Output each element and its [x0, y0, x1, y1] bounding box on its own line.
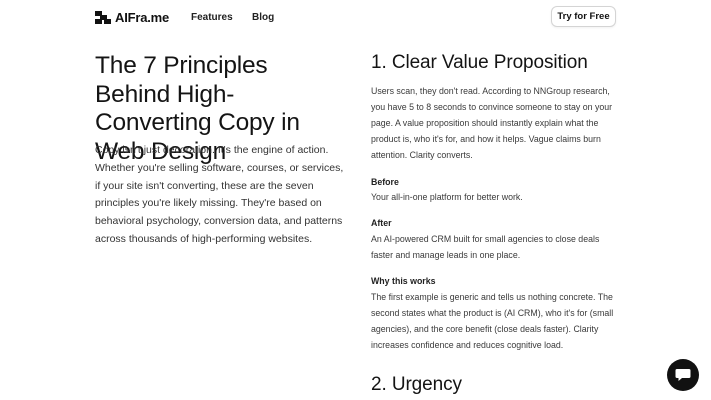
logo-icon	[95, 11, 111, 24]
why-this-works-label: Why this works	[371, 276, 436, 286]
try-for-free-button[interactable]: Try for Free	[551, 6, 616, 27]
nav-blog-link[interactable]: Blog	[252, 12, 274, 23]
before-text: Your all-in-one platform for better work…	[371, 192, 523, 202]
page: AIFra.me Features Blog Try for Free The …	[0, 0, 711, 400]
after-label: After	[371, 218, 392, 228]
before-label: Before	[371, 177, 399, 187]
section-1-heading: 1. Clear Value Proposition	[371, 52, 588, 73]
why-this-works-text: The first example is generic and tells u…	[371, 292, 614, 350]
section-1-body: Users scan, they don't read. According t…	[371, 86, 613, 160]
chat-bubble-icon	[675, 369, 691, 381]
nav-features-link[interactable]: Features	[191, 12, 233, 23]
after-text: An AI-powered CRM built for small agenci…	[371, 234, 600, 260]
site-header: AIFra.me Features Blog Try for Free	[0, 0, 711, 34]
logo-text: AIFra.me	[115, 10, 170, 25]
logo-link[interactable]: AIFra.me	[95, 10, 169, 25]
chat-button[interactable]	[667, 359, 699, 391]
hero-intro: Copy isn't just decoration. It's the eng…	[95, 144, 344, 245]
section-2-heading: 2. Urgency	[371, 374, 462, 395]
